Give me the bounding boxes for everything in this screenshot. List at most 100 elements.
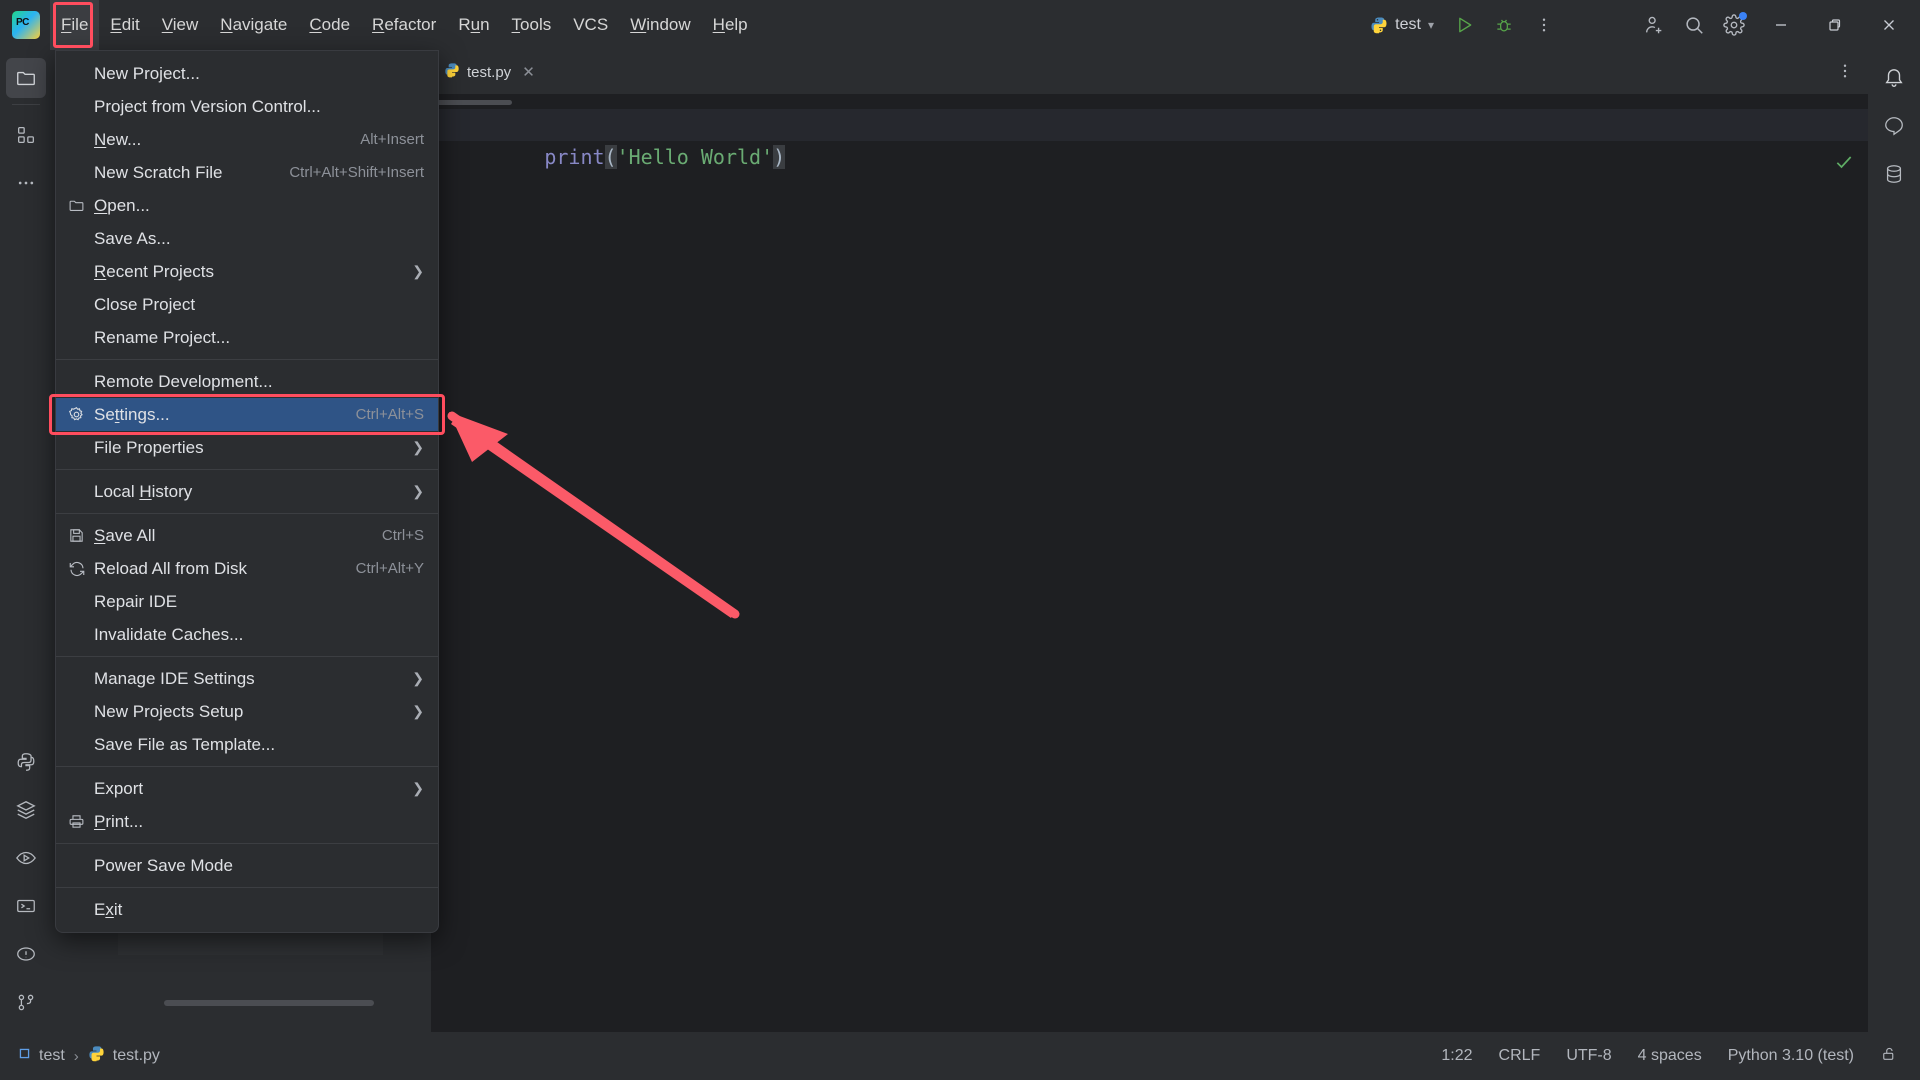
menubar-item-navigate[interactable]: Navigate <box>209 0 298 50</box>
editor-tab-test-py[interactable]: test.py ✕ <box>432 50 547 94</box>
rail-divider <box>12 104 40 105</box>
database-icon[interactable] <box>1874 154 1914 194</box>
structure-icon[interactable] <box>6 115 46 155</box>
menu-item-project-from-version-control[interactable]: Project from Version Control... <box>56 90 438 123</box>
menubar-item-help[interactable]: Help <box>702 0 759 50</box>
menu-item-label: Remote Development... <box>94 372 424 392</box>
menubar-item-view[interactable]: View <box>151 0 210 50</box>
debug-icon[interactable] <box>1484 5 1524 45</box>
status-bar-right: 1:22 CRLF UTF-8 4 spaces Python 3.10 (te… <box>1441 1045 1920 1068</box>
menu-item-label: Power Save Mode <box>94 856 424 876</box>
project-horizontal-scrollbar[interactable] <box>164 1000 374 1006</box>
editor-area: test.py ✕ print('Hello World') <box>432 50 1868 1032</box>
code-token-open-paren: ( <box>605 145 617 169</box>
menu-item-recent-projects[interactable]: Recent Projects❯ <box>56 255 438 288</box>
ai-assistant-icon[interactable] <box>1874 106 1914 146</box>
python-console-icon[interactable] <box>6 742 46 782</box>
project-folder-icon[interactable] <box>6 58 46 98</box>
menu-item-power-save-mode[interactable]: Power Save Mode <box>56 849 438 882</box>
menu-item-export[interactable]: Export❯ <box>56 772 438 805</box>
menu-separator <box>56 887 438 888</box>
chevron-right-icon: ❯ <box>412 439 424 456</box>
menu-item-exit[interactable]: Exit <box>56 893 438 926</box>
menu-item-rename-project[interactable]: Rename Project... <box>56 321 438 354</box>
menubar-item-run[interactable]: Run <box>447 0 500 50</box>
menu-item-repair-ide[interactable]: Repair IDE <box>56 585 438 618</box>
menu-item-remote-development[interactable]: Remote Development... <box>56 365 438 398</box>
python-file-icon <box>1370 16 1388 34</box>
menu-item-local-history[interactable]: Local History❯ <box>56 475 438 508</box>
menu-item-save-all[interactable]: Save AllCtrl+S <box>56 519 438 552</box>
settings-gear-icon[interactable] <box>1714 5 1754 45</box>
menu-item-new[interactable]: New...Alt+Insert <box>56 123 438 156</box>
menubar-item-refactor[interactable]: Refactor <box>361 0 447 50</box>
code-editor[interactable]: print('Hello World') <box>432 94 1868 1032</box>
more-actions-icon[interactable] <box>1524 5 1564 45</box>
menubar-item-window[interactable]: Window <box>619 0 701 50</box>
menu-item-new-projects-setup[interactable]: New Projects Setup❯ <box>56 695 438 728</box>
code-token-string: 'Hello World' <box>617 145 774 169</box>
minimize-icon[interactable] <box>1754 0 1808 50</box>
menu-item-save-file-as-template[interactable]: Save File as Template... <box>56 728 438 761</box>
menubar-item-code[interactable]: Code <box>298 0 361 50</box>
breadcrumb: test › test.py <box>18 1045 160 1067</box>
gear-icon <box>68 406 94 423</box>
run-configuration-label: test <box>1395 16 1421 34</box>
menu-item-settings[interactable]: Settings...Ctrl+Alt+S <box>56 398 438 431</box>
module-icon <box>18 1047 31 1065</box>
menubar-item-tools[interactable]: Tools <box>501 0 563 50</box>
breadcrumb-item-file[interactable]: test.py <box>88 1045 160 1067</box>
more-actions-icon[interactable] <box>1836 62 1854 85</box>
menu-item-label: Save As... <box>94 229 424 249</box>
close-icon[interactable] <box>1862 0 1916 50</box>
breadcrumb-separator: › <box>74 1048 79 1065</box>
menu-item-shortcut: Ctrl+Alt+Y <box>356 560 424 577</box>
settings-notification-dot <box>1739 12 1747 20</box>
menu-item-label: Repair IDE <box>94 592 424 612</box>
menu-item-label: Reload All from Disk <box>94 559 340 579</box>
menubar-item-file[interactable]: File <box>50 0 99 50</box>
unlocked-icon[interactable] <box>1880 1045 1898 1068</box>
ok-check-icon[interactable] <box>1834 152 1854 178</box>
menu-item-save-as[interactable]: Save As... <box>56 222 438 255</box>
menubar-item-label: Navigate <box>220 15 287 35</box>
menu-item-close-project[interactable]: Close Project <box>56 288 438 321</box>
close-icon[interactable]: ✕ <box>522 63 535 81</box>
menu-item-print[interactable]: Print... <box>56 805 438 838</box>
file-encoding[interactable]: UTF-8 <box>1566 1047 1611 1065</box>
problems-icon[interactable] <box>6 934 46 974</box>
left-tool-rail <box>0 50 52 1032</box>
menu-item-open[interactable]: Open... <box>56 189 438 222</box>
menubar-item-label: Tools <box>512 15 552 35</box>
menu-item-reload-all-from-disk[interactable]: Reload All from Disk Ctrl+Alt+Y <box>56 552 438 585</box>
menu-item-shortcut: Alt+Insert <box>360 131 424 148</box>
database-layers-icon[interactable] <box>6 790 46 830</box>
search-icon[interactable] <box>1674 5 1714 45</box>
run-icon[interactable] <box>1444 5 1484 45</box>
menubar-item-edit[interactable]: Edit <box>99 0 150 50</box>
more-tool-windows-icon[interactable] <box>6 163 46 203</box>
terminal-icon[interactable] <box>6 886 46 926</box>
notifications-bell-icon[interactable] <box>1874 58 1914 98</box>
menubar-item-vcs[interactable]: VCS <box>562 0 619 50</box>
version-control-icon[interactable] <box>6 982 46 1022</box>
run-configuration-selector[interactable]: test ▾ <box>1360 9 1444 41</box>
menu-item-file-properties[interactable]: File Properties❯ <box>56 431 438 464</box>
restore-icon[interactable] <box>1808 0 1862 50</box>
add-user-icon[interactable] <box>1634 5 1674 45</box>
line-separator[interactable]: CRLF <box>1499 1047 1541 1065</box>
menu-item-new-project[interactable]: New Project... <box>56 57 438 90</box>
menu-item-label: Project from Version Control... <box>94 97 424 117</box>
file-menu-dropdown[interactable]: New Project... Project from Version Contr… <box>55 50 439 933</box>
breadcrumb-item-project[interactable]: test <box>18 1047 65 1065</box>
editor-tab-label: test.py <box>467 64 511 81</box>
menu-item-new-scratch-file[interactable]: New Scratch FileCtrl+Alt+Shift+Insert <box>56 156 438 189</box>
code-line-1[interactable]: print('Hello World') <box>432 109 1868 141</box>
menu-item-invalidate-caches[interactable]: Invalidate Caches... <box>56 618 438 651</box>
indent-setting[interactable]: 4 spaces <box>1638 1047 1702 1065</box>
caret-position[interactable]: 1:22 <box>1441 1047 1472 1065</box>
menu-item-manage-ide-settings[interactable]: Manage IDE Settings❯ <box>56 662 438 695</box>
run-tool-window-icon[interactable] <box>6 838 46 878</box>
python-interpreter[interactable]: Python 3.10 (test) <box>1728 1047 1854 1065</box>
reload-icon <box>68 560 94 578</box>
